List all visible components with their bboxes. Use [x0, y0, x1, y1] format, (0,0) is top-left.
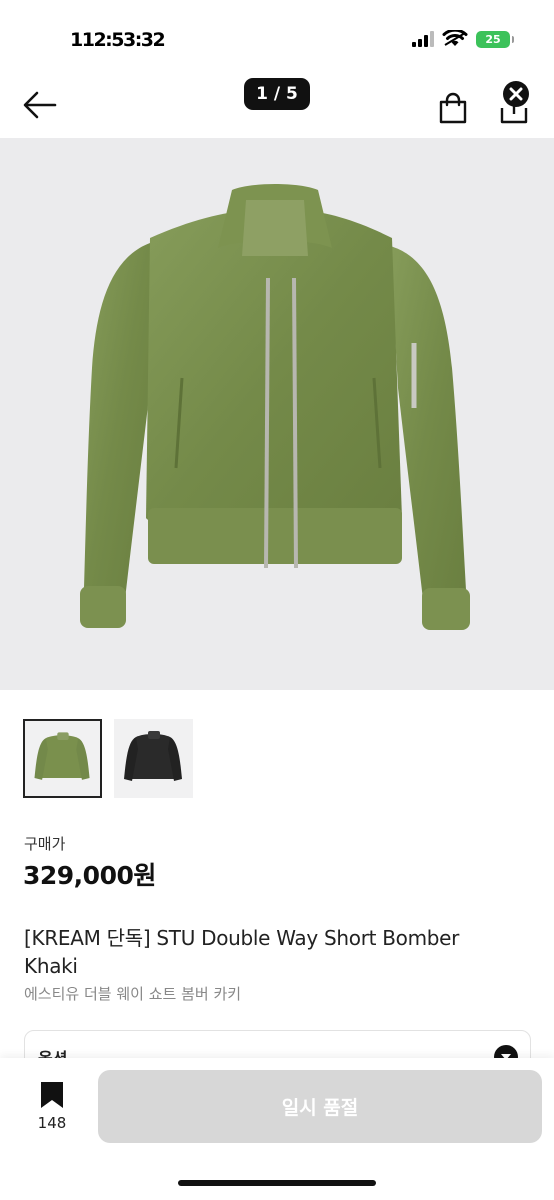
battery-icon: 25 [476, 30, 514, 48]
price-value: 329,000원 [23, 861, 156, 890]
thumbnail-khaki[interactable] [23, 719, 102, 798]
status-bar: 112:53:32 25 [0, 0, 554, 70]
signal-icon [412, 31, 434, 47]
shopping-bag-icon [439, 92, 467, 124]
status-time: 112:53:32 [70, 29, 166, 51]
arrow-left-icon [23, 91, 57, 119]
bookmark-button[interactable]: 148 [32, 1080, 72, 1140]
price-label: 구매가 [24, 835, 66, 853]
wifi-icon [442, 30, 468, 46]
khaki-bomber-jacket-image [80, 184, 470, 630]
back-button[interactable] [22, 90, 58, 120]
shopping-bag-button[interactable] [437, 92, 469, 124]
header: 1 / 5 [0, 70, 554, 140]
image-page-counter: 1 / 5 [244, 78, 310, 110]
bookmark-icon [41, 1082, 63, 1108]
close-icon [509, 87, 523, 101]
product-title: [KREAM 단독] STU Double Way Short Bomber K… [24, 926, 460, 978]
battery-level: 25 [485, 32, 501, 46]
close-button[interactable] [503, 81, 529, 107]
product-main-image[interactable] [0, 138, 554, 690]
product-title-korean: 에스티유 더블 웨이 쇼트 봄버 카키 [24, 985, 242, 1003]
bookmark-count: 148 [37, 1114, 67, 1132]
home-indicator [178, 1180, 376, 1186]
bottom-action-bar: 148 일시 품절 [0, 1058, 554, 1200]
soldout-button[interactable]: 일시 품절 [98, 1070, 542, 1143]
khaki-jacket-thumbnail [34, 732, 90, 780]
black-jacket-thumbnail [124, 731, 182, 781]
thumbnail-strip [23, 719, 193, 798]
thumbnail-black[interactable] [114, 719, 193, 798]
status-icons: 25 [412, 30, 514, 48]
